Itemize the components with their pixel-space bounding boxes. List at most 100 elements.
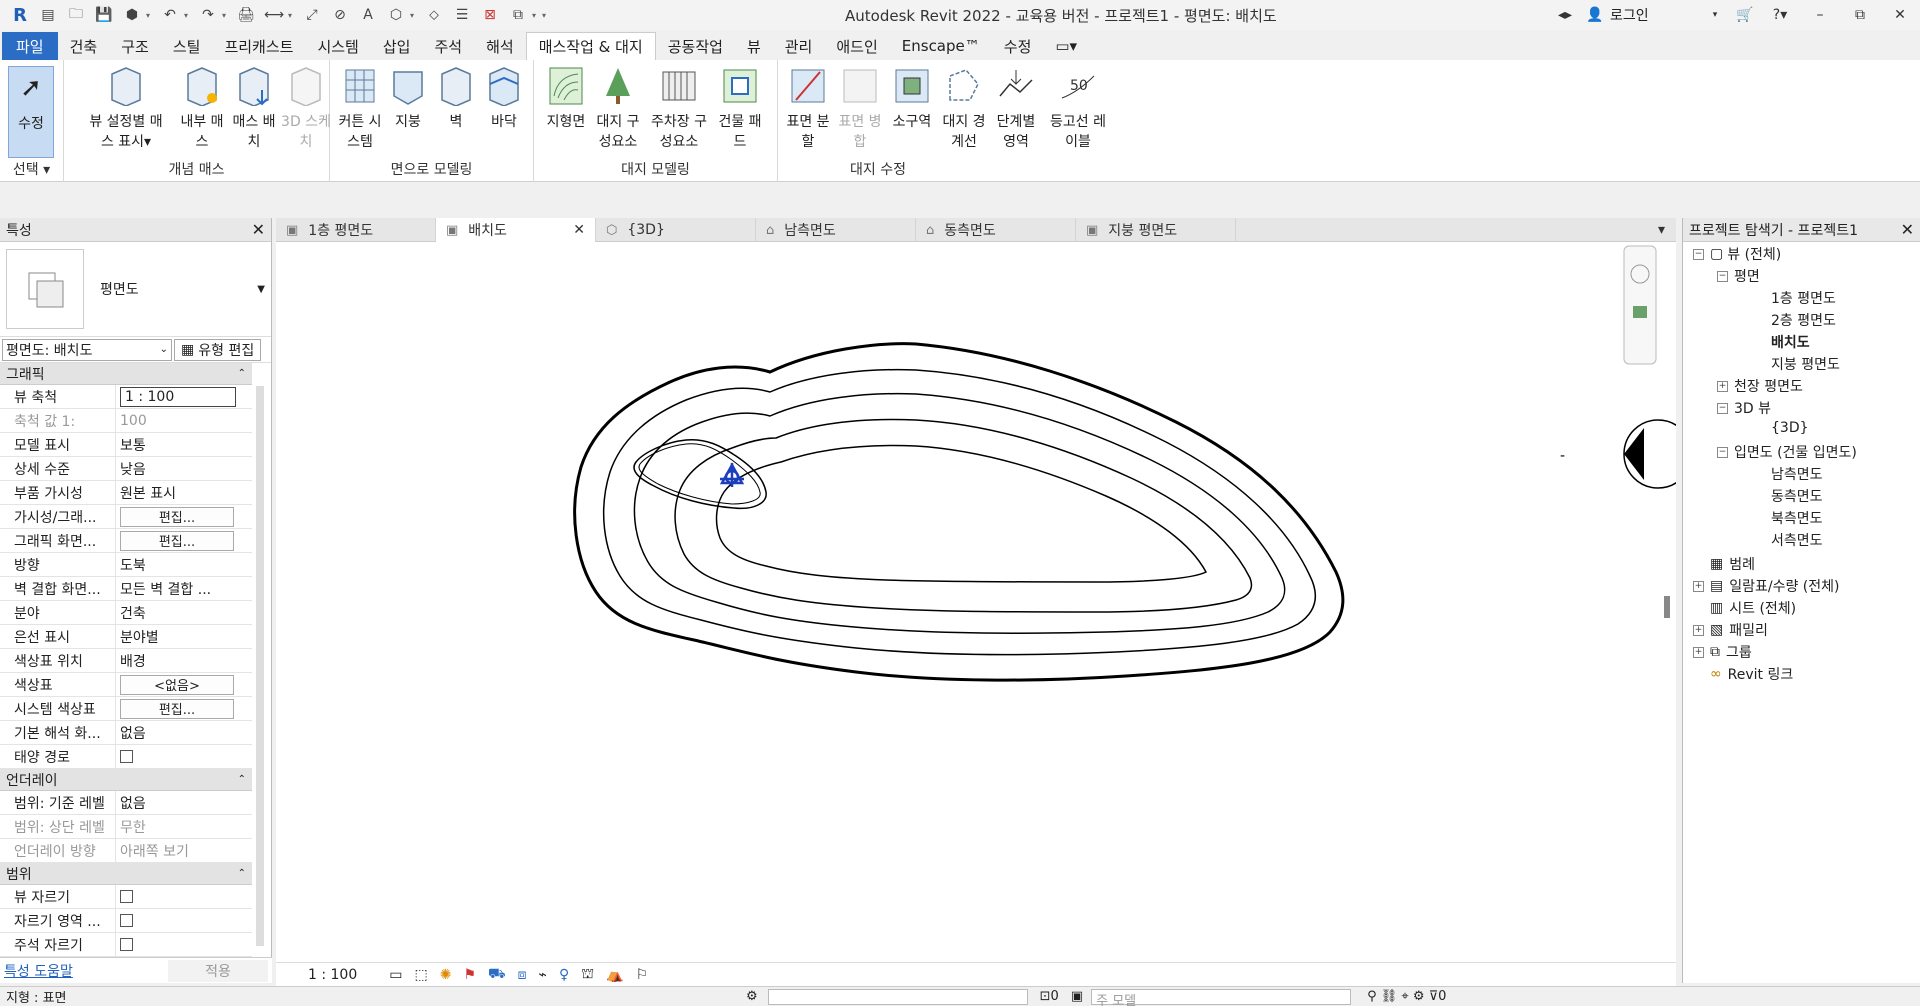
tab-analyze[interactable]: 해석 bbox=[474, 32, 526, 60]
tree-roof-plan[interactable]: 지붕 평면도 bbox=[1771, 354, 1840, 374]
property-value[interactable]: <없음> bbox=[116, 673, 252, 696]
reveal-hidden-icon[interactable]: ⛫ bbox=[581, 966, 594, 984]
text-icon[interactable]: A bbox=[357, 4, 379, 26]
split-surface-button[interactable]: 표면 분할 bbox=[782, 64, 834, 164]
wall-face-button[interactable]: 벽 bbox=[430, 64, 482, 164]
crop-view-icon[interactable]: ⧈ bbox=[518, 967, 527, 983]
property-edit-button[interactable]: 편집... bbox=[120, 698, 234, 719]
view-tab-east[interactable]: ⌂ 동측면도 bbox=[916, 218, 1076, 242]
show-crop-icon[interactable]: ⌁ bbox=[539, 967, 547, 983]
tab-structure[interactable]: 구조 bbox=[109, 32, 161, 60]
property-checkbox[interactable] bbox=[120, 938, 133, 951]
drawing-canvas[interactable]: - - bbox=[276, 242, 1693, 977]
property-value[interactable]: 아래쪽 보기 bbox=[116, 839, 252, 862]
property-value[interactable]: 도북 bbox=[116, 553, 252, 576]
tree-revit-links[interactable]: ∞ Revit 링크 bbox=[1710, 664, 1793, 684]
building-pad-button[interactable]: 건물 패드 bbox=[714, 64, 766, 164]
ribbon-toggle-icon[interactable]: ▭▾ bbox=[1043, 32, 1089, 60]
minimize-button[interactable]: – bbox=[1800, 7, 1840, 23]
design-options-icon[interactable]: ▣ bbox=[1071, 989, 1083, 1004]
tab-steel[interactable]: 스틸 bbox=[161, 32, 213, 60]
tree-schedules[interactable]: + ▤ 일람표/수량 (전체) bbox=[1693, 576, 1840, 596]
login-label[interactable]: 로그인 bbox=[1610, 5, 1700, 25]
canvas-scrollbar-v[interactable] bbox=[1664, 596, 1670, 618]
measure-icon[interactable]: ⟷ bbox=[263, 4, 285, 26]
view-tab-roof[interactable]: ▣ 지붕 평면도 bbox=[1076, 218, 1236, 242]
tree-level2[interactable]: 2층 평면도 bbox=[1771, 310, 1836, 330]
visual-style-icon[interactable]: ⬚ bbox=[414, 967, 427, 983]
property-value[interactable]: 편집... bbox=[116, 505, 252, 528]
property-group-header[interactable]: 범위 ⌃ bbox=[0, 863, 252, 885]
property-checkbox[interactable] bbox=[120, 914, 133, 927]
tree-east[interactable]: 동측면도 bbox=[1771, 486, 1823, 506]
collapse-icon[interactable]: − bbox=[1717, 446, 1728, 458]
view-scale[interactable]: 1 : 100 bbox=[308, 967, 357, 983]
view-tab-3d[interactable]: ⬡ {3D} bbox=[596, 218, 756, 242]
save-icon[interactable]: 💾 bbox=[93, 4, 115, 26]
property-edit-button[interactable]: <없음> bbox=[120, 674, 234, 695]
panel-label-select[interactable]: 선택 ▾ bbox=[0, 159, 63, 179]
subregion-button[interactable]: 소구역 bbox=[886, 64, 938, 164]
floor-face-button[interactable]: 바닥 bbox=[478, 64, 530, 164]
view-tab-level1[interactable]: ▣ 1층 평면도 bbox=[276, 218, 436, 242]
collapse-icon[interactable]: ⌃ bbox=[238, 868, 246, 879]
property-value[interactable]: 없음 bbox=[116, 791, 252, 814]
dropdown-icon[interactable]: ▾ bbox=[184, 11, 194, 20]
tree-elevations[interactable]: − 입면도 (건물 입면도) bbox=[1717, 442, 1857, 462]
label-contours-button[interactable]: 50 등고선 레이블 bbox=[1048, 64, 1108, 164]
expand-icon[interactable]: + bbox=[1717, 380, 1728, 392]
tab-precast[interactable]: 프리캐스트 bbox=[212, 32, 305, 60]
close-tab-icon[interactable]: ✕ bbox=[573, 222, 585, 238]
worksharing-icon[interactable]: ⛺ bbox=[606, 967, 623, 983]
dropdown-icon[interactable]: ▾ bbox=[410, 11, 420, 20]
dropdown-icon[interactable]: ▾ bbox=[288, 11, 298, 20]
property-value[interactable]: 배경 bbox=[116, 649, 252, 672]
tree-3d-views[interactable]: −3D 뷰 bbox=[1717, 398, 1771, 418]
property-value[interactable]: 없음 bbox=[116, 721, 252, 744]
property-value[interactable] bbox=[116, 933, 252, 956]
apply-button[interactable]: 적용 bbox=[168, 959, 268, 982]
3d-view-icon[interactable]: ⬡ bbox=[385, 4, 407, 26]
collapse-icon[interactable]: ⌃ bbox=[238, 368, 246, 379]
tree-floor-plans[interactable]: − 평면 bbox=[1717, 266, 1760, 286]
tree-west[interactable]: 서측면도 bbox=[1771, 530, 1823, 550]
dropdown-icon[interactable]: ▾ bbox=[146, 11, 156, 20]
property-value[interactable] bbox=[116, 885, 252, 908]
tab-list-dropdown-icon[interactable]: ▾ bbox=[1652, 218, 1676, 242]
render-icon[interactable]: ⛟ bbox=[488, 966, 506, 984]
tree-views-all[interactable]: − ▢ 뷰 (전체) bbox=[1693, 244, 1781, 264]
help-icon[interactable]: ?▾ bbox=[1760, 7, 1800, 23]
roof-face-button[interactable]: 지붕 bbox=[382, 64, 434, 164]
revit-logo-icon[interactable]: R bbox=[9, 4, 31, 26]
view-scale-input[interactable]: 1 : 100 bbox=[120, 386, 236, 407]
property-group-header[interactable]: 그래픽 ⌃ bbox=[0, 363, 252, 385]
show-mass-button[interactable]: 뷰 설정별 매스 표시▾ bbox=[84, 64, 168, 164]
tab-addins[interactable]: 애드인 bbox=[824, 32, 889, 60]
tab-architecture[interactable]: 건축 bbox=[58, 32, 110, 60]
expand-icon[interactable]: + bbox=[1693, 624, 1704, 636]
dimension-icon[interactable]: ⤢ bbox=[301, 4, 323, 26]
sync-icon[interactable]: ⬢ bbox=[121, 4, 143, 26]
sun-path-icon[interactable]: ✺ bbox=[440, 967, 452, 983]
tab-file[interactable]: 파일 bbox=[2, 32, 58, 60]
restore-button[interactable]: ⧉ bbox=[1840, 7, 1880, 23]
curtain-system-button[interactable]: 커튼 시스템 bbox=[334, 64, 386, 164]
close-button[interactable]: ✕ bbox=[1880, 7, 1920, 23]
section-icon[interactable]: ⬦ bbox=[423, 4, 445, 26]
search-arrow-icon[interactable]: ◂▸ bbox=[1550, 7, 1580, 23]
property-group-header[interactable]: 언더레이 ⌃ bbox=[0, 769, 252, 791]
tree-families[interactable]: + ▧ 패밀리 bbox=[1693, 620, 1768, 640]
home-icon[interactable]: ▤ bbox=[37, 4, 59, 26]
toposurface-button[interactable]: 지형면 bbox=[540, 64, 592, 164]
tree-3d[interactable]: {3D} bbox=[1771, 420, 1809, 436]
type-dropdown-icon[interactable]: ▼ bbox=[257, 284, 265, 295]
property-value[interactable]: 모든 벽 결합 ... bbox=[116, 577, 252, 600]
elevation-marker[interactable] bbox=[1623, 419, 1693, 489]
property-checkbox[interactable] bbox=[120, 750, 133, 763]
tree-north[interactable]: 북측면도 bbox=[1771, 508, 1823, 528]
login-dropdown-icon[interactable]: ▾ bbox=[1700, 10, 1730, 20]
undo-icon[interactable]: ↶ bbox=[159, 4, 181, 26]
property-value[interactable]: 편집... bbox=[116, 697, 252, 720]
collapse-icon[interactable]: − bbox=[1717, 402, 1728, 414]
tree-site-plan[interactable]: 배치도 bbox=[1771, 332, 1810, 352]
